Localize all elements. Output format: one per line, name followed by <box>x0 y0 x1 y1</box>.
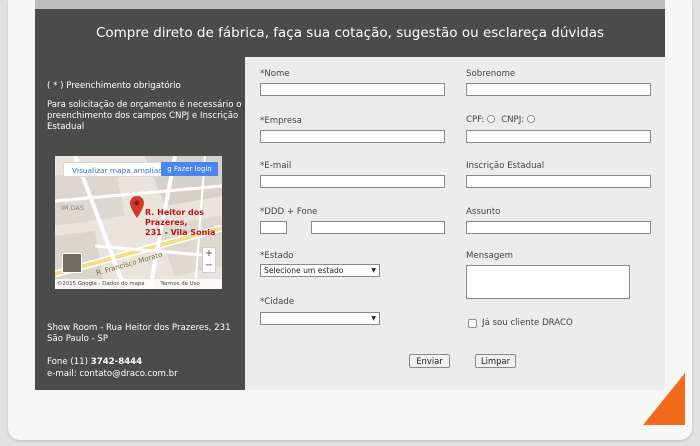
chevron-down-icon: ▼ <box>371 315 376 322</box>
estado-value: Selecione um estado <box>264 266 344 275</box>
cpf-label: CPF: <box>466 115 485 125</box>
login-button[interactable]: g Fazer login <box>161 162 218 176</box>
cidade-select[interactable]: ▼ <box>260 312 380 325</box>
inscricao-label: Inscrição Estadual <box>466 161 545 171</box>
mensagem-textarea[interactable] <box>466 265 630 299</box>
phone-number: 3742-8444 <box>90 357 143 367</box>
map-attribution: ©2015 Google - Dados do mapa Termos de U… <box>55 279 222 289</box>
assunto-label: Assunto <box>466 207 501 217</box>
contact-form: *Nome Sobrenome *Empresa CPF: CNPJ: *E-m… <box>245 57 665 390</box>
inscricao-input[interactable] <box>466 175 651 188</box>
estado-select[interactable]: Selecione um estado ▼ <box>260 264 380 277</box>
document-input[interactable] <box>466 130 651 143</box>
page-title: Compre direto de fábrica, faça sua cotaç… <box>95 25 605 41</box>
phone-prefix: Fone (11) <box>47 357 91 367</box>
map-marker-icon[interactable] <box>130 196 144 218</box>
showroom-address: Show Room - Rua Heitor dos Prazeres, 231… <box>47 323 231 344</box>
assunto-input[interactable] <box>466 221 651 234</box>
satellite-toggle[interactable] <box>62 253 82 273</box>
cnpj-radio[interactable] <box>527 115 536 123</box>
corner-accent <box>643 373 685 425</box>
map-copyright: ©2015 Google - Dados do mapa <box>57 281 145 287</box>
top-bar <box>35 0 665 9</box>
map-area-label: IM DAS <box>61 204 85 212</box>
zoom-in-button[interactable]: + <box>203 248 215 260</box>
zoom-out-button[interactable]: − <box>203 260 215 272</box>
cliente-label: Já sou cliente DRACO <box>482 318 573 328</box>
google-map[interactable]: Visualizar mapa ampliado g Fazer login I… <box>55 156 222 289</box>
phone-line: Fone (11) 3742-8444 <box>47 357 142 368</box>
sobrenome-input[interactable] <box>466 83 651 96</box>
email-label: *E-mail <box>260 161 292 171</box>
nome-label: *Nome <box>260 69 290 79</box>
empresa-label: *Empresa <box>260 116 302 126</box>
google-g-icon: g <box>167 165 174 173</box>
marker-line-2: 231 - Vila Sonia <box>145 228 216 237</box>
login-label: Fazer login <box>173 165 212 173</box>
empresa-input[interactable] <box>260 130 445 143</box>
sobrenome-label: Sobrenome <box>466 69 516 79</box>
cliente-checkbox[interactable] <box>468 319 477 328</box>
nome-input[interactable] <box>260 83 445 96</box>
email-input[interactable] <box>260 175 445 188</box>
view-larger-map-link[interactable]: Visualizar mapa ampliado <box>63 162 165 177</box>
estado-label: *Estado <box>260 251 294 261</box>
ddd-input[interactable] <box>260 221 287 234</box>
cpf-radio[interactable] <box>487 115 496 123</box>
required-note: ( * ) Preenchimento obrigatório <box>47 81 181 91</box>
zoom-controls[interactable]: + − <box>202 247 216 273</box>
map-marker-label: R. Heitor dos Prazeres, 231 - Vila Sonia <box>145 208 222 238</box>
cnpj-label: CNPJ: <box>501 115 525 125</box>
fone-label: *DDD + Fone <box>260 207 318 217</box>
chevron-down-icon: ▼ <box>371 267 376 274</box>
cidade-label: *Cidade <box>260 297 295 307</box>
mensagem-label: Mensagem <box>466 251 514 261</box>
email-line[interactable]: e-mail: contato@draco.com.br <box>47 369 178 380</box>
clear-button[interactable]: Limpar <box>475 354 516 368</box>
quote-note: Para solicitação de orçamento é necessár… <box>47 100 242 132</box>
submit-button[interactable]: Enviar <box>409 354 450 368</box>
document-type: CPF: CNPJ: <box>466 115 538 125</box>
marker-line-1: R. Heitor dos Prazeres, <box>145 208 205 227</box>
fone-input[interactable] <box>311 221 445 234</box>
map-terms-link[interactable]: Termos de Uso <box>160 281 199 287</box>
